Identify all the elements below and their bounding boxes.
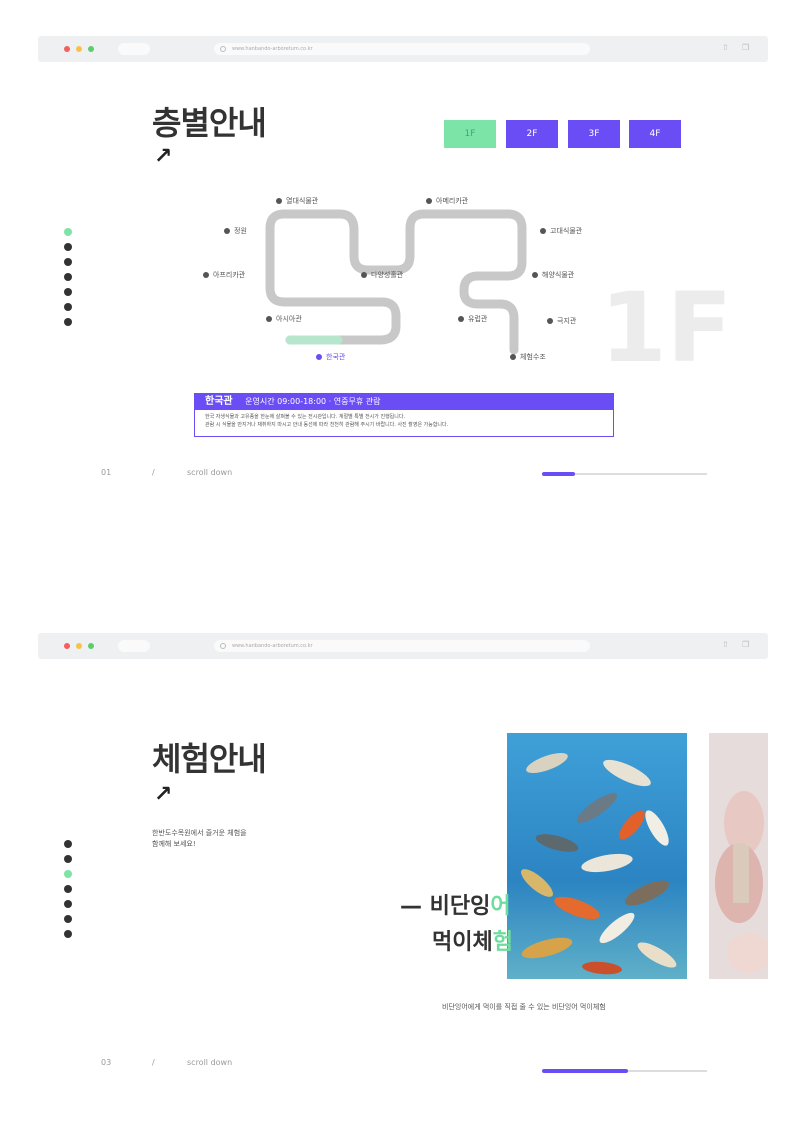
map-label-diversity[interactable]: 다양성홀관 xyxy=(361,270,403,280)
section-dot[interactable] xyxy=(64,900,72,908)
arrow-up-right-icon: ↗ xyxy=(154,782,173,807)
heading-text: 먹이체 xyxy=(432,930,493,955)
experience-caption: 비단잉어에게 먹이를 직접 줄 수 있는 비단잉어 먹이체험 xyxy=(442,1003,606,1011)
progress-fill xyxy=(542,1069,628,1073)
map-label-polar[interactable]: 극지관 xyxy=(547,316,576,326)
section-dot[interactable] xyxy=(64,855,72,863)
hall-info-header: 한국관 운영시간 09:00-18:00 · 연중무휴 관람 xyxy=(195,394,613,410)
close-window-icon[interactable] xyxy=(64,643,70,649)
browser-toolbar: www.hanbando-arboretum.co.kr ⇧ ❐ xyxy=(38,633,768,659)
page-number: 03 xyxy=(101,1058,112,1067)
share-icon[interactable]: ⇧ xyxy=(722,641,730,649)
map-label-europe[interactable]: 유럽관 xyxy=(458,314,487,324)
section-dot[interactable] xyxy=(64,915,72,923)
koi-feeding-photo[interactable] xyxy=(507,733,687,979)
heading-highlight: 어 xyxy=(490,894,511,919)
description-line: 한반도수목원에서 즐거운 체험을 xyxy=(152,829,247,837)
nav-buttons[interactable] xyxy=(118,640,150,652)
hand-image xyxy=(709,733,768,979)
map-label-america[interactable]: 아메리카관 xyxy=(426,196,468,206)
minimize-window-icon[interactable] xyxy=(76,643,82,649)
map-label-ancient[interactable]: 고대식물관 xyxy=(540,226,582,236)
experience-heading-line1: — 비단잉어 xyxy=(400,888,511,920)
maximize-window-icon[interactable] xyxy=(88,643,94,649)
progress-track xyxy=(542,1069,707,1073)
section-dot[interactable] xyxy=(64,870,72,878)
url-text: www.hanbando-arboretum.co.kr xyxy=(232,643,313,649)
hall-info-line: 한국 자생식물과 고유종을 한눈에 살펴볼 수 있는 전시관입니다. 계절별 특… xyxy=(205,414,406,420)
map-label-asia[interactable]: 아시아관 xyxy=(266,314,302,324)
heading-highlight: 험 xyxy=(492,930,513,955)
search-icon xyxy=(220,643,226,649)
floor-map-path xyxy=(265,209,527,355)
section-indicator xyxy=(64,840,74,945)
page-title: 체험안내 xyxy=(152,740,267,778)
section-dot[interactable] xyxy=(64,930,72,938)
map-label-marine[interactable]: 해양식물관 xyxy=(532,270,574,280)
map-label-tank[interactable]: 체험수조 xyxy=(510,352,546,362)
tabs-icon[interactable]: ❐ xyxy=(742,641,750,649)
map-label-tropical[interactable]: 열대식물관 xyxy=(276,196,318,206)
section-description: 한반도수목원에서 즐거운 체험을 함께해 보세요! xyxy=(152,828,247,850)
hall-info-panel: 한국관 운영시간 09:00-18:00 · 연중무휴 관람 한국 자생식물과 … xyxy=(194,393,614,437)
scroll-down-label[interactable]: scroll down xyxy=(187,468,232,477)
experience-photo-2[interactable] xyxy=(709,733,768,979)
page-separator: / xyxy=(152,468,155,477)
heading-text: — 비단잉 xyxy=(400,894,491,919)
scroll-down-label[interactable]: scroll down xyxy=(187,1058,232,1067)
hall-info-line: 관람 시 식물을 만지거나 채취하지 마시고 안내 동선에 따라 천천히 관람해… xyxy=(205,422,449,428)
map-label-africa[interactable]: 아프리카관 xyxy=(203,270,245,280)
hall-name: 한국관 xyxy=(205,396,233,407)
experience-heading-line2: 먹이체험 xyxy=(432,924,513,956)
hall-info-body: 한국 자생식물과 고유종을 한눈에 살펴볼 수 있는 전시관입니다. 계절별 특… xyxy=(195,410,613,432)
hall-summary: 운영시간 09:00-18:00 · 연중무휴 관람 xyxy=(245,397,381,406)
section-dot[interactable] xyxy=(64,885,72,893)
section-dot[interactable] xyxy=(64,840,72,848)
page-separator: / xyxy=(152,1058,155,1067)
map-label-korea[interactable]: 한국관 xyxy=(316,352,345,362)
page-number: 01 xyxy=(101,468,112,477)
progress-track xyxy=(542,472,707,476)
address-bar[interactable]: www.hanbando-arboretum.co.kr xyxy=(214,640,590,652)
map-label-garden[interactable]: 정원 xyxy=(224,226,247,236)
description-line: 함께해 보세요! xyxy=(152,840,196,848)
progress-fill xyxy=(542,472,575,476)
koi-image xyxy=(507,733,687,979)
